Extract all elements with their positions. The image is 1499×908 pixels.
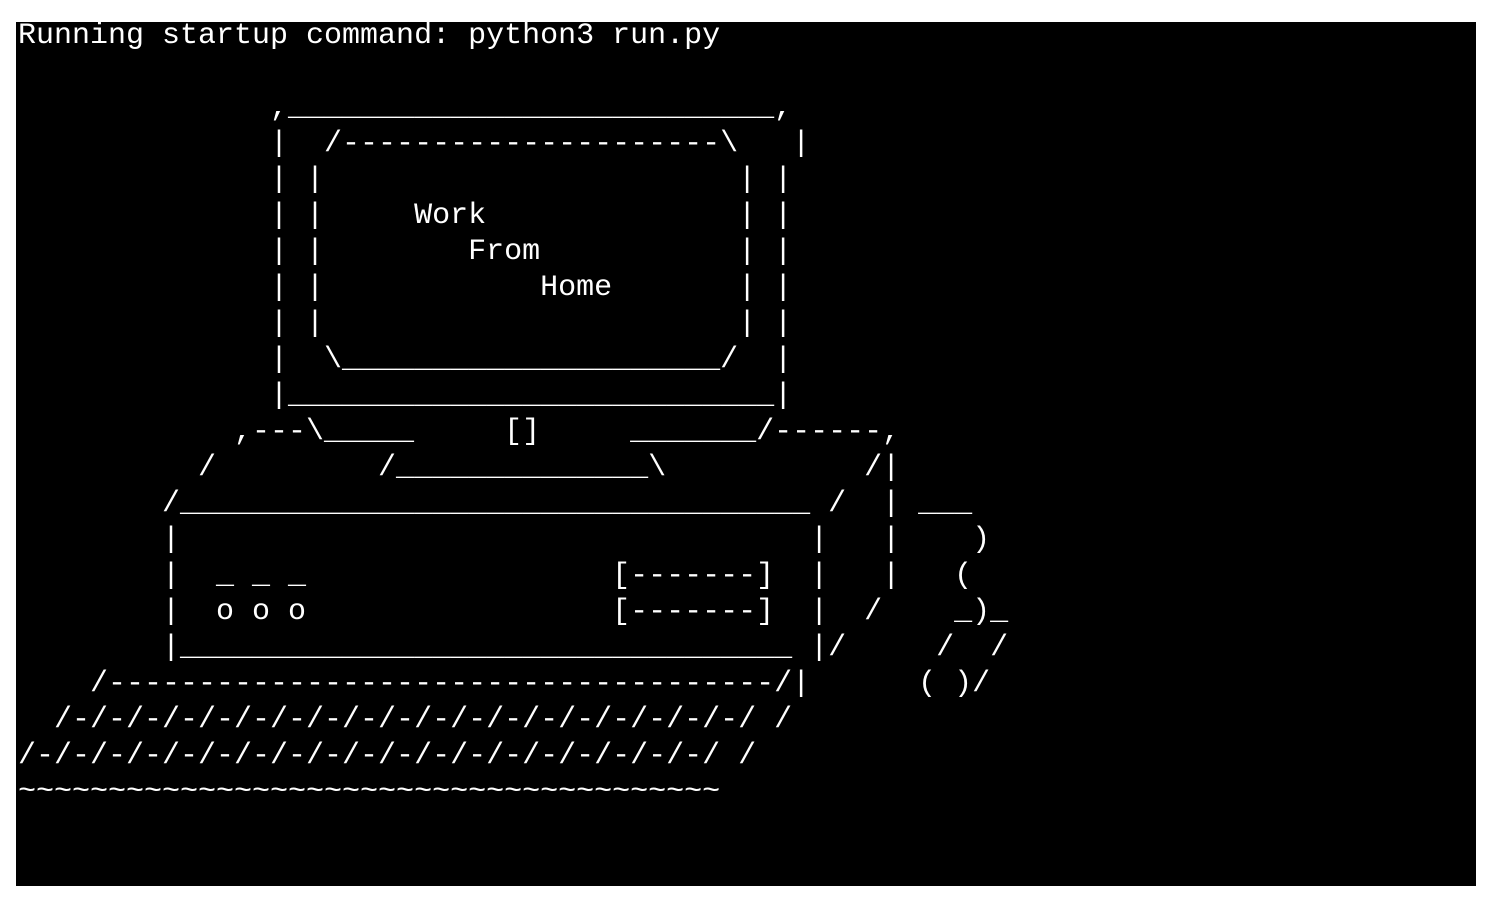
ascii-art-line: ,---\_____ [] _______/------, — [18, 415, 901, 449]
ascii-art-line: | | | ) — [18, 523, 991, 557]
ascii-art-line: ,___________________________, — [18, 91, 793, 125]
ascii-art-line: ~~~~~~~~~~~~~~~~~~~~~~~~~~~~~~~~~~~~~~~ — [18, 775, 721, 809]
terminal-window[interactable]: Running startup command: python3 run.py … — [16, 22, 1476, 886]
ascii-art-line — [18, 54, 1008, 90]
ascii-art-line: | | | | — [18, 307, 793, 341]
ascii-art-line: | | | | — [18, 163, 793, 197]
ascii-art-line: | | Home | | — [18, 271, 793, 305]
ascii-art-line: | _ _ _ [-------] | | ( — [18, 559, 973, 593]
ascii-art-line: /-/-/-/-/-/-/-/-/-/-/-/-/-/-/-/-/-/-/-/ … — [18, 703, 793, 737]
ascii-art-line: |__________________________________ |/ /… — [18, 631, 1009, 665]
ascii-art-line: | | From | | — [18, 235, 793, 269]
ascii-art-line: | \_____________________/ | — [18, 343, 793, 377]
ascii-art-line: | /---------------------\ | — [18, 127, 811, 161]
ascii-art-computer: ,___________________________, | /-------… — [18, 54, 1008, 810]
ascii-art-line: /-/-/-/-/-/-/-/-/-/-/-/-/-/-/-/-/-/-/-/ … — [18, 739, 757, 773]
ascii-art-line: | | Work | | — [18, 199, 793, 233]
ascii-art-line: / /______________\ /| — [18, 451, 901, 485]
startup-command-line: Running startup command: python3 run.py — [18, 22, 721, 53]
ascii-art-line: /___________________________________ / |… — [18, 487, 973, 521]
ascii-art-line: |___________________________| — [18, 379, 793, 413]
terminal-output: Running startup command: python3 run.py … — [18, 22, 1008, 810]
ascii-art-line: | o o o [-------] | / _)_ — [18, 595, 1009, 629]
ascii-art-line: /-------------------------------------/|… — [18, 667, 991, 701]
